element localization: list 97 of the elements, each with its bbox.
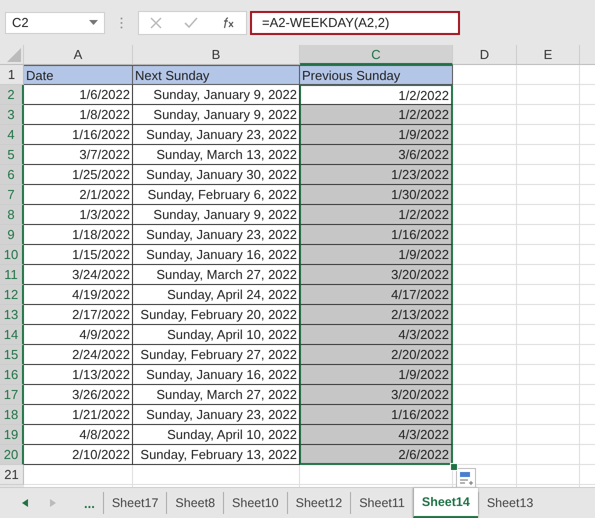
table-cell: 3/20/2022 xyxy=(300,265,453,285)
table-cell: Sunday, February 27, 2022 xyxy=(133,345,300,365)
row-header[interactable]: 17 xyxy=(0,385,24,405)
table-cell: 1/13/2022 xyxy=(24,365,133,385)
row-header[interactable]: 10 xyxy=(0,245,24,265)
table-cell: 1/16/2022 xyxy=(300,405,453,425)
row-header[interactable]: 13 xyxy=(0,305,24,325)
table-cell: Sunday, April 10, 2022 xyxy=(133,425,300,445)
row-header[interactable]: 18 xyxy=(0,405,24,425)
table-cell: 3/26/2022 xyxy=(24,385,133,405)
quick-analysis-icon[interactable] xyxy=(456,468,476,488)
table-cell: 4/17/2022 xyxy=(300,285,453,305)
sheet-tab[interactable]: Sheet8 xyxy=(166,492,224,514)
column-header[interactable]: C xyxy=(300,45,453,65)
scroll-left-icon[interactable] xyxy=(22,499,28,507)
table-cell: 2/6/2022 xyxy=(300,445,453,465)
row-header[interactable]: 6 xyxy=(0,165,24,185)
table-cell: 4/3/2022 xyxy=(300,325,453,345)
table-cell: 1/2/2022 xyxy=(300,105,453,125)
table-cell: 1/6/2022 xyxy=(24,85,133,105)
row-header[interactable]: 4 xyxy=(0,125,24,145)
table-cell: 1/8/2022 xyxy=(24,105,133,125)
table-cell: Sunday, March 13, 2022 xyxy=(133,145,300,165)
table-cell: 3/6/2022 xyxy=(300,145,453,165)
table-cell: 1/2/2022 xyxy=(300,205,453,225)
table-cell: 2/1/2022 xyxy=(24,185,133,205)
row-header[interactable]: 15 xyxy=(0,345,24,365)
table-cell: 1/15/2022 xyxy=(24,245,133,265)
table-cell: 4/3/2022 xyxy=(300,425,453,445)
table-cell: Sunday, February 13, 2022 xyxy=(133,445,300,465)
row-header[interactable]: 19 xyxy=(0,425,24,445)
table-cell: Sunday, January 30, 2022 xyxy=(133,165,300,185)
table-cell: Sunday, April 10, 2022 xyxy=(133,325,300,345)
caret-icon xyxy=(89,20,98,25)
table-cell: 2/17/2022 xyxy=(24,305,133,325)
drag-handle-icon xyxy=(120,16,123,28)
table-cell: 2/20/2022 xyxy=(300,345,453,365)
table-cell: Sunday, January 16, 2022 xyxy=(133,245,300,265)
row-header[interactable]: 11 xyxy=(0,265,24,285)
table-cell: 1/18/2022 xyxy=(24,225,133,245)
name-box[interactable]: C2 xyxy=(5,12,105,34)
header-cell: Date xyxy=(24,65,133,85)
table-cell: 1/9/2022 xyxy=(300,245,453,265)
table-cell: 1/23/2022 xyxy=(300,165,453,185)
row-header[interactable]: 7 xyxy=(0,185,24,205)
row-header[interactable]: 12 xyxy=(0,285,24,305)
row-header[interactable]: 8 xyxy=(0,205,24,225)
row-header[interactable]: 1 xyxy=(0,65,24,85)
table-cell: 1/25/2022 xyxy=(24,165,133,185)
table-cell: Sunday, January 16, 2022 xyxy=(133,365,300,385)
table-cell: Sunday, February 6, 2022 xyxy=(133,185,300,205)
header-cell: Next Sunday xyxy=(133,65,300,85)
row-header[interactable]: 21 xyxy=(0,465,24,485)
table-cell: 1/30/2022 xyxy=(300,185,453,205)
sheet-tab[interactable]: Sheet12 xyxy=(286,492,350,514)
table-cell: 2/24/2022 xyxy=(24,345,133,365)
table-cell: Sunday, January 9, 2022 xyxy=(133,85,300,105)
sheet-tab[interactable]: Sheet17 xyxy=(102,492,166,514)
row-header[interactable]: 16 xyxy=(0,365,24,385)
table-cell: Sunday, March 27, 2022 xyxy=(133,265,300,285)
table-cell: 1/9/2022 xyxy=(300,125,453,145)
table-cell: 3/7/2022 xyxy=(24,145,133,165)
more-sheets-button[interactable]: ... xyxy=(84,496,95,510)
formula-bar[interactable]: =A2-WEEKDAY(A2,2) xyxy=(250,10,460,34)
check-icon[interactable] xyxy=(184,16,198,28)
row-header[interactable]: 20 xyxy=(0,445,24,465)
table-cell: Sunday, January 23, 2022 xyxy=(133,125,300,145)
table-cell: Sunday, January 9, 2022 xyxy=(133,105,300,125)
table-cell: Sunday, January 9, 2022 xyxy=(133,205,300,225)
table-cell: Sunday, January 23, 2022 xyxy=(133,225,300,245)
table-cell: 1/3/2022 xyxy=(24,205,133,225)
table-cell: 2/10/2022 xyxy=(24,445,133,465)
table-cell: 4/19/2022 xyxy=(24,285,133,305)
row-header[interactable]: 2 xyxy=(0,85,24,105)
table-cell: 4/8/2022 xyxy=(24,425,133,445)
table-cell: Sunday, March 27, 2022 xyxy=(133,385,300,405)
header-cell: Previous Sunday xyxy=(300,65,453,85)
table-cell: 2/13/2022 xyxy=(300,305,453,325)
table-cell: Sunday, April 24, 2022 xyxy=(133,285,300,305)
table-cell: 1/2/2022 xyxy=(300,85,453,105)
sheet-tab[interactable]: Sheet14 xyxy=(412,488,478,518)
sheet-tab[interactable]: Sheet13 xyxy=(478,492,542,514)
table-cell: 1/16/2022 xyxy=(24,125,133,145)
table-cell: 4/9/2022 xyxy=(24,325,133,345)
row-header[interactable]: 3 xyxy=(0,105,24,125)
table-cell: 1/21/2022 xyxy=(24,405,133,425)
row-header[interactable]: 9 xyxy=(0,225,24,245)
table-cell: Sunday, February 20, 2022 xyxy=(133,305,300,325)
row-header[interactable]: 5 xyxy=(0,145,24,165)
table-cell: 1/9/2022 xyxy=(300,365,453,385)
table-cell: 1/16/2022 xyxy=(300,225,453,245)
sheet-tab[interactable]: Sheet10 xyxy=(223,492,287,514)
table-cell: 3/20/2022 xyxy=(300,385,453,405)
table-cell: Sunday, January 23, 2022 xyxy=(133,405,300,425)
fill-handle[interactable] xyxy=(450,463,458,471)
table-cell: 3/24/2022 xyxy=(24,265,133,285)
row-header[interactable]: 14 xyxy=(0,325,24,345)
